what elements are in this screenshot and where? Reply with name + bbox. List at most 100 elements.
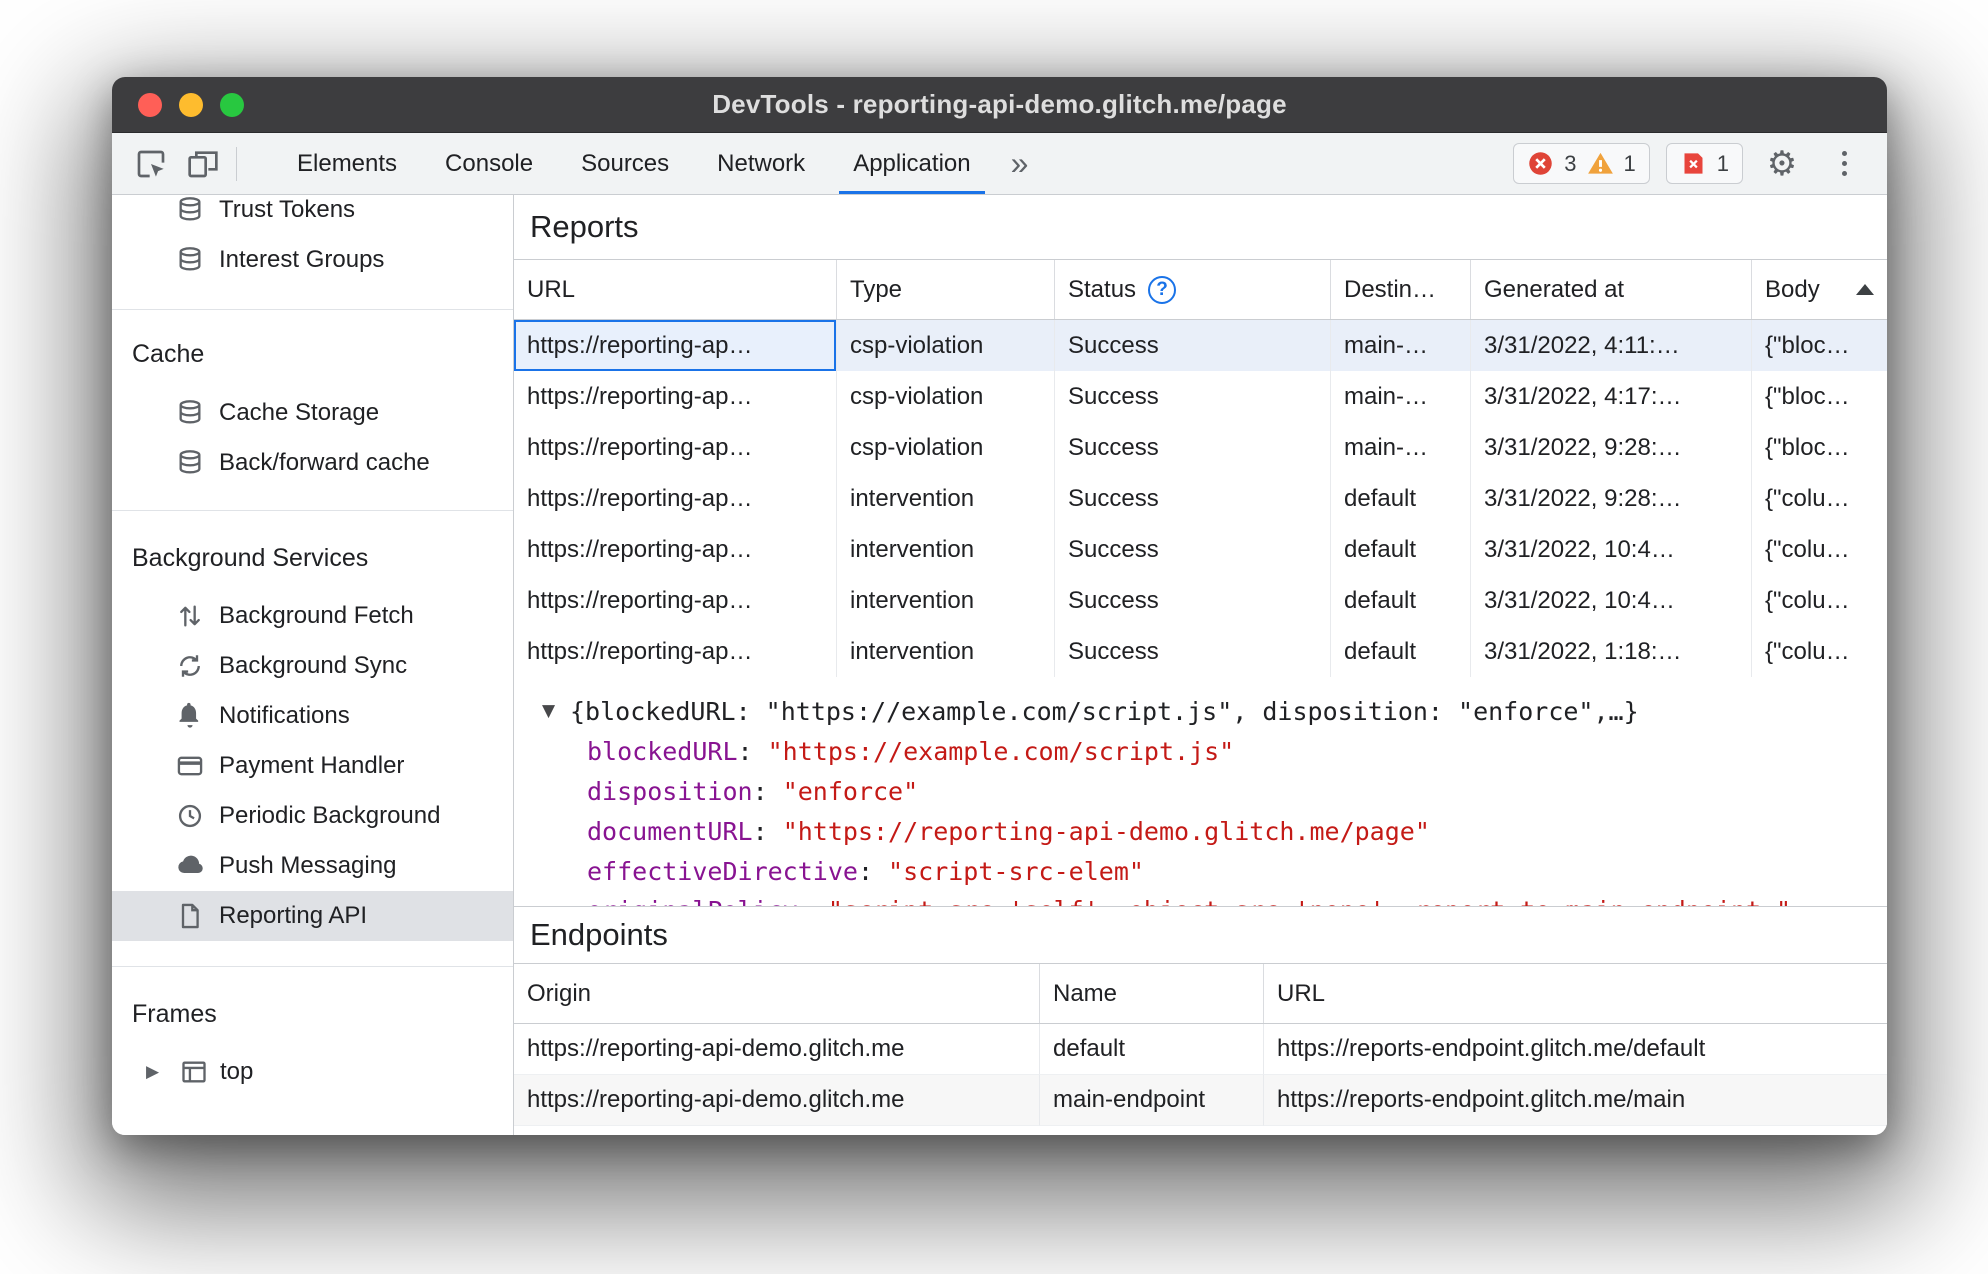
customize-devtools-button[interactable] [1821, 141, 1867, 187]
sidebar-item-payment-handler[interactable]: Payment Handler [112, 741, 513, 791]
column-header-url[interactable]: URL [514, 260, 836, 319]
device-toolbar-button[interactable] [180, 141, 226, 187]
report-url-cell: https://reporting-ap… [527, 535, 753, 563]
issues-badge[interactable]: 1 [1665, 143, 1743, 184]
zoom-window-button[interactable] [220, 92, 244, 117]
endpoint-row[interactable]: https://reporting-api-demo.glitch.me mai… [514, 1075, 1887, 1126]
report-body-cell: {"colu… [1751, 524, 1887, 575]
preview-summary-line: ▼ {blockedURL: "https://example.com/scri… [542, 691, 1887, 731]
more-tabs-button[interactable]: » [995, 133, 1045, 194]
preview-property-line: documentURL : "https://reporting-api-dem… [542, 811, 1887, 851]
column-header-destination[interactable]: Destin… [1330, 260, 1470, 319]
tab-application[interactable]: Application [829, 133, 994, 194]
status-help-icon[interactable]: ? [1148, 275, 1177, 304]
frame-icon [180, 1058, 208, 1086]
report-row[interactable]: https://reporting-ap… intervention Succe… [514, 626, 1887, 677]
sidebar-item-label: Back/forward cache [219, 449, 430, 476]
sidebar-item-label: Cache Storage [219, 399, 380, 426]
close-window-button[interactable] [138, 92, 162, 117]
property-separator: : [857, 856, 889, 886]
column-header-generated-at[interactable]: Generated at [1470, 260, 1751, 319]
sidebar-item-label: Background Sync [219, 652, 408, 679]
sidebar-item-notifications[interactable]: Notifications [112, 691, 513, 741]
gear-icon: ⚙ [1766, 143, 1798, 184]
column-header-origin[interactable]: Origin [514, 964, 1039, 1023]
column-header-endpoint-url[interactable]: URL [1263, 964, 1887, 1023]
sidebar-item-back-forward-cache[interactable]: Back/forward cache [112, 438, 513, 488]
credit-card-icon [176, 752, 204, 780]
preview-property-line: originalPolicy : "script-src 'self'; obj… [542, 891, 1887, 906]
report-destination-cell: default [1330, 473, 1470, 524]
tab-elements[interactable]: Elements [273, 133, 421, 194]
report-generated-cell: 3/31/2022, 9:28:… [1470, 473, 1751, 524]
sidebar-item-background-fetch[interactable]: Background Fetch [112, 591, 513, 641]
window-title: DevTools - reporting-api-demo.glitch.me/… [712, 89, 1287, 119]
devtools-window: DevTools - reporting-api-demo.glitch.me/… [112, 77, 1887, 1135]
report-url-cell: https://reporting-ap… [527, 586, 753, 614]
sidebar-divider [112, 309, 513, 310]
report-url-cell: https://reporting-ap… [527, 637, 753, 665]
report-url-cell: https://reporting-ap… [527, 484, 753, 512]
sidebar-item-trust-tokens[interactable]: Trust Tokens [112, 195, 513, 235]
error-icon [1527, 150, 1554, 177]
property-separator: : [737, 736, 768, 766]
application-sidebar: Trust Tokens Interest Groups Cache Cache… [112, 195, 514, 1135]
sidebar-item-label: Trust Tokens [219, 196, 356, 223]
device-toolbar-icon [187, 148, 219, 180]
settings-button[interactable]: ⚙ [1759, 141, 1805, 187]
property-value: "https://reporting-api-demo.glitch.me/pa… [782, 816, 1430, 846]
minimize-window-button[interactable] [179, 92, 203, 117]
sidebar-section-frames: Frames [132, 999, 217, 1028]
database-icon [176, 399, 204, 427]
application-panel: Trust Tokens Interest Groups Cache Cache… [112, 195, 1887, 1135]
report-row[interactable]: https://reporting-ap… csp-violation Succ… [514, 320, 1887, 371]
sidebar-item-cache-storage[interactable]: Cache Storage [112, 388, 513, 438]
preview-property-line: disposition : "enforce" [542, 771, 1887, 811]
property-value: "https://example.com/script.js" [767, 736, 1235, 766]
expand-triangle-icon[interactable]: ▶ [146, 1062, 168, 1082]
sidebar-item-top-frame[interactable]: ▶ top [112, 1047, 513, 1097]
report-type-cell: csp-violation [836, 371, 1054, 422]
report-status-cell: Success [1054, 575, 1330, 626]
column-header-type[interactable]: Type [836, 260, 1054, 319]
property-value: "script-src-elem" [888, 856, 1144, 886]
report-generated-cell: 3/31/2022, 4:11:… [1470, 320, 1751, 371]
document-icon [176, 902, 204, 930]
report-row[interactable]: https://reporting-ap… intervention Succe… [514, 524, 1887, 575]
sidebar-item-reporting-api[interactable]: Reporting API [112, 891, 513, 941]
tab-console[interactable]: Console [421, 133, 557, 194]
report-row[interactable]: https://reporting-ap… csp-violation Succ… [514, 422, 1887, 473]
clock-icon [176, 802, 204, 830]
sidebar-item-periodic-background-sync[interactable]: Periodic Background [112, 791, 513, 841]
sidebar-item-push-messaging[interactable]: Push Messaging [112, 841, 513, 891]
report-status-cell: Success [1054, 473, 1330, 524]
preview-properties: blockedURL : "https://example.com/script… [542, 731, 1887, 907]
database-icon [176, 449, 204, 477]
collapse-triangle-icon[interactable]: ▼ [542, 701, 570, 721]
column-header-name[interactable]: Name [1039, 964, 1263, 1023]
report-body-cell: {"colu… [1751, 473, 1887, 524]
bell-icon [176, 702, 204, 730]
sidebar-section-cache: Cache [132, 339, 205, 368]
warning-count: 1 [1623, 150, 1636, 176]
column-header-status[interactable]: Status ? [1054, 260, 1330, 319]
report-destination-cell: default [1330, 575, 1470, 626]
reports-heading: Reports [514, 195, 1887, 260]
sidebar-item-background-sync[interactable]: Background Sync [112, 641, 513, 691]
property-separator: : [798, 891, 828, 906]
property-key: effectiveDirective [587, 856, 858, 886]
sidebar-item-interest-groups[interactable]: Interest Groups [112, 235, 513, 285]
endpoint-row[interactable]: https://reporting-api-demo.glitch.me def… [514, 1024, 1887, 1075]
report-row[interactable]: https://reporting-ap… intervention Succe… [514, 473, 1887, 524]
tab-network[interactable]: Network [693, 133, 829, 194]
report-type-cell: intervention [836, 524, 1054, 575]
console-errors-warnings-badge[interactable]: 3 1 [1513, 143, 1650, 184]
column-header-body[interactable]: Body [1751, 260, 1887, 319]
report-row[interactable]: https://reporting-ap… intervention Succe… [514, 575, 1887, 626]
inspect-element-button[interactable] [128, 141, 174, 187]
tab-sources[interactable]: Sources [557, 133, 693, 194]
devtools-toolbar: Elements Console Sources Network Applica… [112, 133, 1887, 195]
error-count: 3 [1564, 150, 1577, 176]
report-row[interactable]: https://reporting-ap… csp-violation Succ… [514, 371, 1887, 422]
endpoint-url-cell: https://reports-endpoint.glitch.me/defau… [1263, 1024, 1887, 1075]
